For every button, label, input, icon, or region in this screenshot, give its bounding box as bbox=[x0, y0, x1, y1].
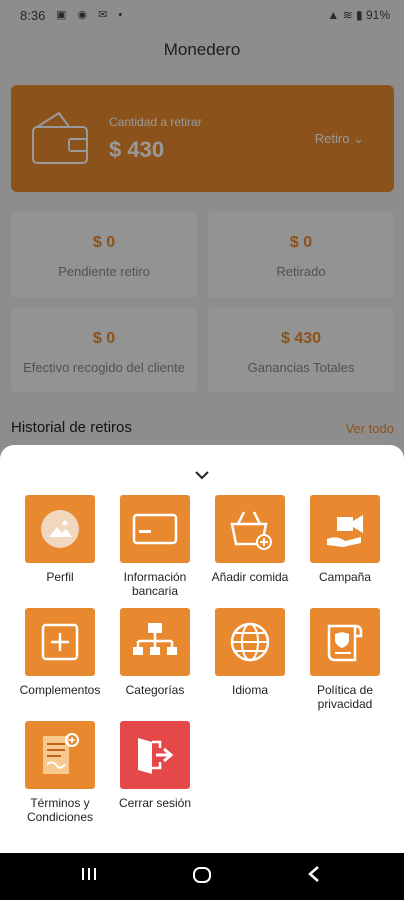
menu-item-label: Perfil bbox=[46, 570, 74, 584]
menu-item-label: Categorías bbox=[125, 683, 185, 697]
menu-item-label: Cerrar sesión bbox=[118, 796, 192, 810]
menu-item-bank-info[interactable]: Información bancaria bbox=[107, 495, 203, 598]
image-icon bbox=[25, 495, 95, 563]
menu-item-label: Añadir comida bbox=[211, 570, 289, 584]
privacy-document-icon bbox=[310, 608, 380, 676]
campaign-icon bbox=[310, 495, 380, 563]
menu-item-terms[interactable]: Términos y Condiciones bbox=[12, 721, 108, 824]
plus-square-icon bbox=[25, 608, 95, 676]
card-icon bbox=[120, 495, 190, 563]
menu-item-label: Complementos bbox=[19, 683, 101, 697]
menu-item-privacy-policy[interactable]: Política de privacidad bbox=[297, 608, 393, 711]
menu-item-campaign[interactable]: Campaña bbox=[297, 495, 393, 584]
menu-item-profile[interactable]: Perfil bbox=[12, 495, 108, 584]
recent-apps-button[interactable] bbox=[80, 865, 98, 888]
menu-item-language[interactable]: Idioma bbox=[202, 608, 298, 697]
terms-document-icon bbox=[25, 721, 95, 789]
bottom-sheet-menu: Perfil Información bancaria Añadir comid… bbox=[0, 445, 404, 853]
menu-item-label: Términos y Condiciones bbox=[26, 796, 94, 824]
menu-item-logout[interactable]: Cerrar sesión bbox=[107, 721, 203, 810]
menu-item-categories[interactable]: Categorías bbox=[107, 608, 203, 697]
menu-item-label: Idioma bbox=[231, 683, 269, 697]
menu-item-label: Información bancaria bbox=[123, 570, 187, 598]
hierarchy-icon bbox=[120, 608, 190, 676]
basket-icon bbox=[215, 495, 285, 563]
chevron-down-icon[interactable] bbox=[194, 468, 210, 486]
system-nav-bar bbox=[0, 853, 404, 900]
back-button[interactable] bbox=[306, 865, 322, 888]
menu-item-label: Política de privacidad bbox=[316, 683, 374, 711]
globe-icon bbox=[215, 608, 285, 676]
menu-item-add-food[interactable]: Añadir comida bbox=[202, 495, 298, 584]
home-button[interactable] bbox=[192, 865, 212, 890]
menu-item-addons[interactable]: Complementos bbox=[12, 608, 108, 697]
menu-item-label: Campaña bbox=[318, 570, 372, 584]
logout-icon bbox=[120, 721, 190, 789]
